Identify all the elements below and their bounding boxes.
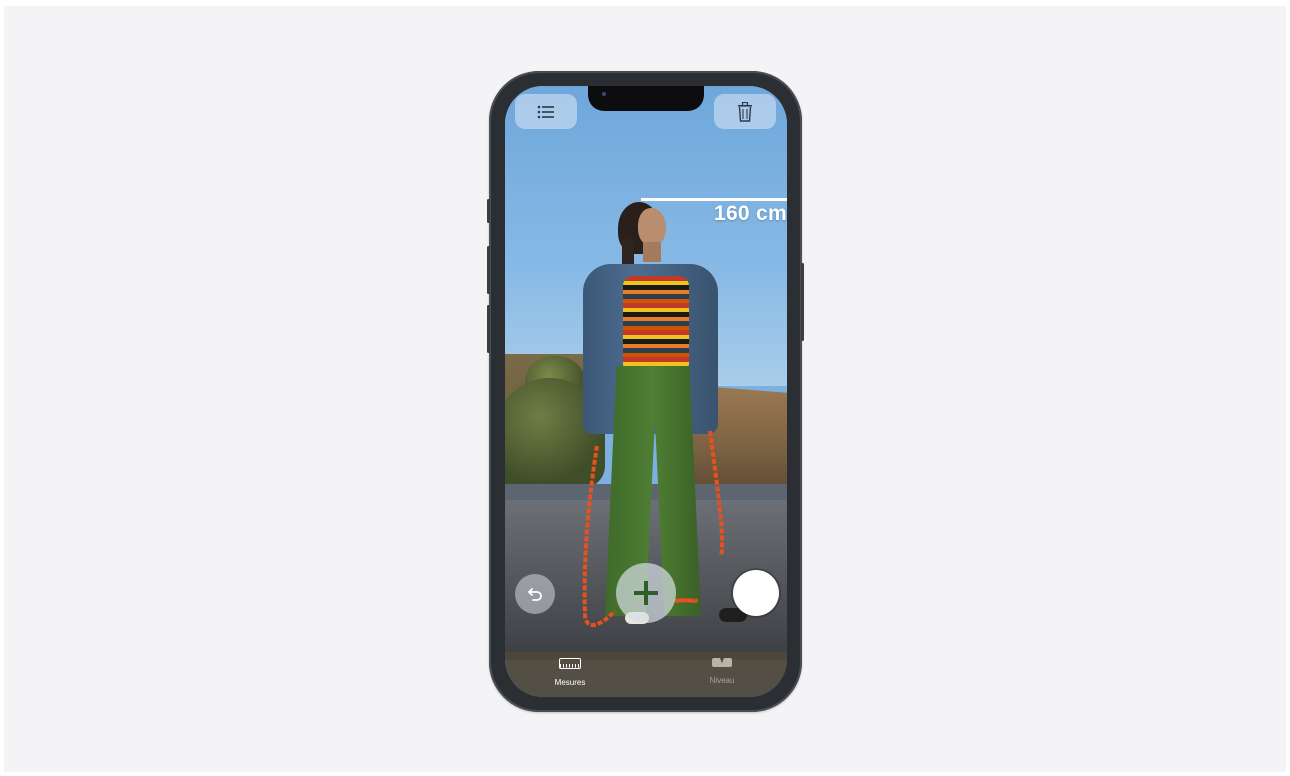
height-measure-line (641, 198, 787, 201)
level-icon (712, 658, 732, 667)
trash-icon (738, 101, 752, 122)
status-indicator (602, 92, 606, 96)
shutter-button[interactable] (735, 572, 777, 614)
undo-icon (528, 588, 542, 601)
silent-switch (487, 199, 490, 223)
power-button (801, 263, 804, 341)
ruler-icon (559, 658, 581, 669)
tab-level[interactable]: Niveau (687, 658, 757, 685)
tab-measures[interactable]: Mesures (535, 658, 605, 687)
height-measure-label: 160 cm (713, 202, 787, 225)
undo-button[interactable] (515, 574, 555, 614)
plus-icon (634, 581, 658, 605)
volume-up-button (487, 246, 490, 294)
volume-down-button (487, 305, 490, 353)
tab-bar: Mesures Niveau (505, 652, 787, 697)
delete-button[interactable] (714, 94, 776, 129)
add-point-button[interactable] (616, 563, 676, 623)
tab-level-label: Niveau (709, 676, 735, 685)
camera-notch (588, 86, 704, 111)
tab-measures-label: Mesures (554, 678, 586, 687)
list-icon (537, 105, 554, 118)
list-button[interactable] (515, 94, 577, 129)
measure-app-screen[interactable]: 160 cm Mesures Niveau (505, 86, 787, 697)
